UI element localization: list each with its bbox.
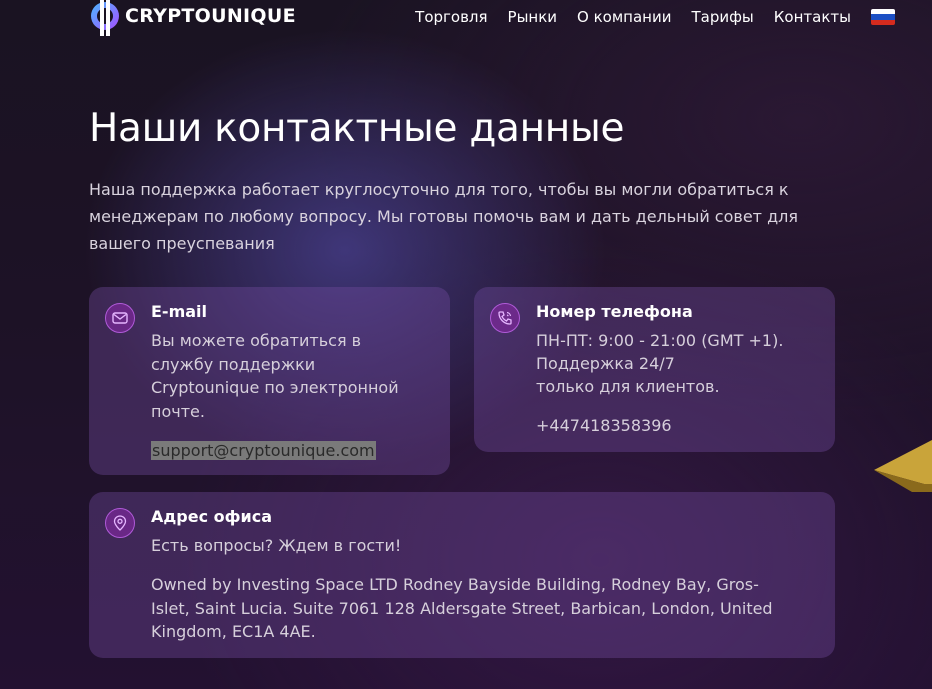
brand-logo[interactable]: CRYPTOUNIQUE (89, 0, 296, 36)
brand-name: CRYPTOUNIQUE (125, 5, 296, 27)
decorative-gold-shape (874, 440, 932, 492)
phone-support-note: Поддержка 24/7 (536, 354, 675, 373)
address-card-title: Адрес офиса (151, 507, 273, 526)
phone-card: Номер телефона ПН-ПТ: 9:00 - 21:00 (GMT … (474, 287, 835, 452)
phone-card-title: Номер телефона (536, 302, 693, 321)
nav-item-markets[interactable]: Рынки (508, 8, 558, 26)
phone-number-link[interactable]: +447418358396 (536, 414, 672, 438)
nav-item-contacts[interactable]: Контакты (774, 8, 851, 26)
office-address-link[interactable]: Owned by Investing Space LTD Rodney Bays… (151, 573, 791, 644)
brand-logo-icon (89, 0, 121, 36)
page-title: Наши контактные данные (89, 106, 625, 151)
address-card-text: Есть вопросы? Ждем в гости! (151, 536, 402, 555)
nav-item-trading[interactable]: Торговля (415, 8, 487, 26)
email-address[interactable]: support@cryptounique.com (151, 441, 376, 460)
email-card: E-mail Вы можете обратиться в службу под… (89, 287, 450, 475)
nav-item-about[interactable]: О компании (577, 8, 671, 26)
phone-clients-note: только для клиентов. (536, 377, 720, 396)
location-pin-icon (105, 508, 135, 538)
email-link[interactable]: support@cryptounique.com (151, 439, 376, 463)
address-card: Адрес офиса Есть вопросы? Ждем в гости! … (89, 492, 835, 658)
mail-icon (105, 303, 135, 333)
site-header: CRYPTOUNIQUE Торговля Рынки О компании Т… (0, 0, 932, 40)
page-intro: Наша поддержка работает круглосуточно дл… (89, 180, 798, 253)
main-nav: Торговля Рынки О компании Тарифы Контакт… (415, 8, 895, 26)
phone-icon (490, 303, 520, 333)
nav-item-pricing[interactable]: Тарифы (691, 8, 753, 26)
email-card-title: E-mail (151, 302, 208, 321)
phone-hours: ПН-ПТ: 9:00 - 21:00 (GMT +1). (536, 331, 784, 350)
email-card-text: Вы можете обратиться в службу поддержки … (151, 331, 399, 421)
russia-flag-icon[interactable] (871, 9, 895, 25)
